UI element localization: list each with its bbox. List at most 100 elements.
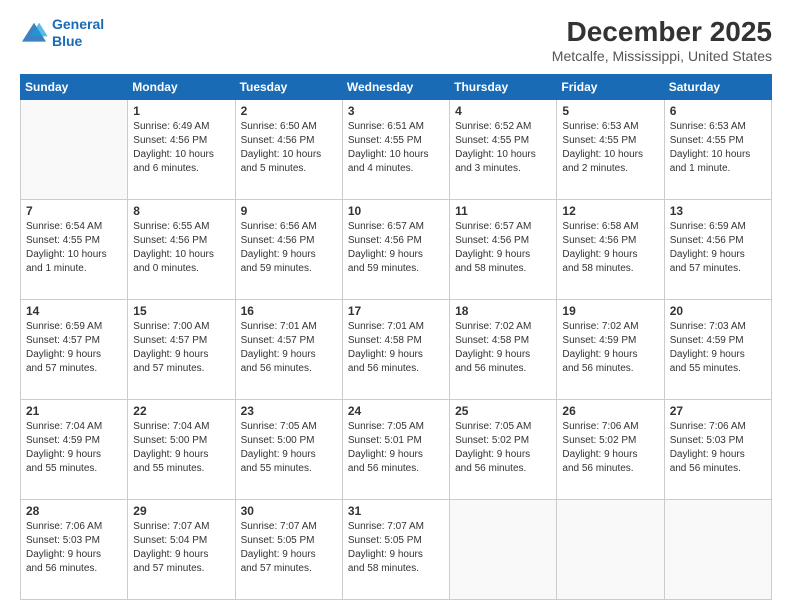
calendar-day-cell: 6Sunrise: 6:53 AM Sunset: 4:55 PM Daylig… (664, 100, 771, 200)
calendar-day-cell: 26 Sunrise: 7:06 AM Sunset: 5:02 PM Dayli… (557, 400, 664, 500)
day-number: 4 (455, 104, 551, 118)
day-number: 12 (562, 204, 658, 218)
day-info: Sunrise: 7:06 AM Sunset: 5:03 PM Dayligh… (26, 520, 122, 576)
day-info: Sunrise: 6:56 AM Sunset: 4:56 PM Dayligh… (241, 220, 337, 276)
calendar-day-cell: 7 Sunrise: 6:54 AM Sunset: 4:55 PM Daylig… (21, 200, 128, 300)
day-info: Sunrise: 6:58 AM Sunset: 4:56 PM Dayligh… (562, 220, 658, 276)
day-number: 24 (348, 404, 444, 418)
calendar-day-cell: 25 Sunrise: 7:05 AM Sunset: 5:02 PM Dayli… (450, 400, 557, 500)
day-info: Sunrise: 6:53 AM Sunset: 4:55 PM Dayligh… (670, 120, 766, 176)
day-info: Sunrise: 7:05 AM Sunset: 5:00 PM Dayligh… (241, 420, 337, 476)
day-number: 7 (26, 204, 122, 218)
day-number: 29 (133, 504, 229, 518)
calendar-day-cell: 1 Sunrise: 6:49 AM Sunset: 4:56 PM Daylig… (128, 100, 235, 200)
weekday-header-wednesday: Wednesday (342, 75, 449, 100)
calendar-week-row: 21 Sunrise: 7:04 AM Sunset: 4:59 PM Dayli… (21, 400, 772, 500)
day-info: Sunrise: 7:07 AM Sunset: 5:05 PM Dayligh… (348, 520, 444, 576)
calendar-day-cell (21, 100, 128, 200)
weekday-header-tuesday: Tuesday (235, 75, 342, 100)
calendar-day-cell: 9Sunrise: 6:56 AM Sunset: 4:56 PM Daylig… (235, 200, 342, 300)
calendar-day-cell: 29Sunrise: 7:07 AM Sunset: 5:04 PM Dayli… (128, 500, 235, 600)
day-info: Sunrise: 7:06 AM Sunset: 5:03 PM Dayligh… (670, 420, 766, 476)
calendar-day-cell: 15Sunrise: 7:00 AM Sunset: 4:57 PM Dayli… (128, 300, 235, 400)
day-info: Sunrise: 6:49 AM Sunset: 4:56 PM Dayligh… (133, 120, 229, 176)
calendar-week-row: 7 Sunrise: 6:54 AM Sunset: 4:55 PM Daylig… (21, 200, 772, 300)
day-info: Sunrise: 6:57 AM Sunset: 4:56 PM Dayligh… (455, 220, 551, 276)
day-number: 23 (241, 404, 337, 418)
day-number: 22 (133, 404, 229, 418)
day-number: 8 (133, 204, 229, 218)
calendar-day-cell (664, 500, 771, 600)
day-number: 1 (133, 104, 229, 118)
day-info: Sunrise: 6:55 AM Sunset: 4:56 PM Dayligh… (133, 220, 229, 276)
calendar-day-cell: 23 Sunrise: 7:05 AM Sunset: 5:00 PM Dayli… (235, 400, 342, 500)
day-number: 11 (455, 204, 551, 218)
page: General Blue December 2025 Metcalfe, Mis… (0, 0, 792, 612)
day-info: Sunrise: 6:59 AM Sunset: 4:56 PM Dayligh… (670, 220, 766, 276)
day-info: Sunrise: 7:05 AM Sunset: 5:02 PM Dayligh… (455, 420, 551, 476)
title-block: December 2025 Metcalfe, Mississippi, Uni… (552, 16, 772, 64)
day-info: Sunrise: 7:01 AM Sunset: 4:57 PM Dayligh… (241, 320, 337, 376)
day-number: 14 (26, 304, 122, 318)
calendar-day-cell: 11 Sunrise: 6:57 AM Sunset: 4:56 PM Dayli… (450, 200, 557, 300)
day-info: Sunrise: 7:04 AM Sunset: 5:00 PM Dayligh… (133, 420, 229, 476)
main-title: December 2025 (552, 16, 772, 48)
calendar-day-cell: 14 Sunrise: 6:59 AM Sunset: 4:57 PM Dayli… (21, 300, 128, 400)
calendar-day-cell: 19Sunrise: 7:02 AM Sunset: 4:59 PM Dayli… (557, 300, 664, 400)
calendar-day-cell: 30Sunrise: 7:07 AM Sunset: 5:05 PM Dayli… (235, 500, 342, 600)
day-info: Sunrise: 7:06 AM Sunset: 5:02 PM Dayligh… (562, 420, 658, 476)
day-number: 15 (133, 304, 229, 318)
weekday-header-friday: Friday (557, 75, 664, 100)
calendar-day-cell: 24 Sunrise: 7:05 AM Sunset: 5:01 PM Dayli… (342, 400, 449, 500)
day-number: 28 (26, 504, 122, 518)
day-number: 2 (241, 104, 337, 118)
day-info: Sunrise: 7:02 AM Sunset: 4:58 PM Dayligh… (455, 320, 551, 376)
calendar-day-cell: 18Sunrise: 7:02 AM Sunset: 4:58 PM Dayli… (450, 300, 557, 400)
day-info: Sunrise: 7:04 AM Sunset: 4:59 PM Dayligh… (26, 420, 122, 476)
weekday-header-saturday: Saturday (664, 75, 771, 100)
day-number: 27 (670, 404, 766, 418)
day-info: Sunrise: 6:50 AM Sunset: 4:56 PM Dayligh… (241, 120, 337, 176)
day-number: 21 (26, 404, 122, 418)
logo-line2: Blue (52, 33, 82, 49)
calendar-day-cell: 31Sunrise: 7:07 AM Sunset: 5:05 PM Dayli… (342, 500, 449, 600)
calendar-table: SundayMondayTuesdayWednesdayThursdayFrid… (20, 74, 772, 600)
calendar-day-cell: 28 Sunrise: 7:06 AM Sunset: 5:03 PM Dayli… (21, 500, 128, 600)
day-info: Sunrise: 7:03 AM Sunset: 4:59 PM Dayligh… (670, 320, 766, 376)
weekday-header-thursday: Thursday (450, 75, 557, 100)
weekday-header-row: SundayMondayTuesdayWednesdayThursdayFrid… (21, 75, 772, 100)
day-number: 13 (670, 204, 766, 218)
calendar-week-row: 1 Sunrise: 6:49 AM Sunset: 4:56 PM Daylig… (21, 100, 772, 200)
day-number: 26 (562, 404, 658, 418)
weekday-header-monday: Monday (128, 75, 235, 100)
day-number: 25 (455, 404, 551, 418)
day-info: Sunrise: 6:57 AM Sunset: 4:56 PM Dayligh… (348, 220, 444, 276)
calendar-day-cell: 13 Sunrise: 6:59 AM Sunset: 4:56 PM Dayli… (664, 200, 771, 300)
day-number: 5 (562, 104, 658, 118)
logo-line1: General (52, 16, 104, 32)
calendar-day-cell: 17Sunrise: 7:01 AM Sunset: 4:58 PM Dayli… (342, 300, 449, 400)
calendar-day-cell: 3Sunrise: 6:51 AM Sunset: 4:55 PM Daylig… (342, 100, 449, 200)
day-info: Sunrise: 7:07 AM Sunset: 5:05 PM Dayligh… (241, 520, 337, 576)
day-info: Sunrise: 7:01 AM Sunset: 4:58 PM Dayligh… (348, 320, 444, 376)
header: General Blue December 2025 Metcalfe, Mis… (20, 16, 772, 64)
logo: General Blue (20, 16, 104, 50)
day-info: Sunrise: 6:53 AM Sunset: 4:55 PM Dayligh… (562, 120, 658, 176)
calendar-day-cell: 21 Sunrise: 7:04 AM Sunset: 4:59 PM Dayli… (21, 400, 128, 500)
day-info: Sunrise: 6:52 AM Sunset: 4:55 PM Dayligh… (455, 120, 551, 176)
calendar-day-cell: 10Sunrise: 6:57 AM Sunset: 4:56 PM Dayli… (342, 200, 449, 300)
day-number: 3 (348, 104, 444, 118)
calendar-day-cell (450, 500, 557, 600)
calendar-day-cell (557, 500, 664, 600)
day-info: Sunrise: 6:54 AM Sunset: 4:55 PM Dayligh… (26, 220, 122, 276)
subtitle: Metcalfe, Mississippi, United States (552, 48, 772, 64)
day-info: Sunrise: 7:05 AM Sunset: 5:01 PM Dayligh… (348, 420, 444, 476)
calendar-week-row: 14 Sunrise: 6:59 AM Sunset: 4:57 PM Dayli… (21, 300, 772, 400)
calendar-week-row: 28 Sunrise: 7:06 AM Sunset: 5:03 PM Dayli… (21, 500, 772, 600)
calendar-day-cell: 2 Sunrise: 6:50 AM Sunset: 4:56 PM Daylig… (235, 100, 342, 200)
calendar-day-cell: 4 Sunrise: 6:52 AM Sunset: 4:55 PM Daylig… (450, 100, 557, 200)
day-info: Sunrise: 6:59 AM Sunset: 4:57 PM Dayligh… (26, 320, 122, 376)
calendar-day-cell: 27 Sunrise: 7:06 AM Sunset: 5:03 PM Dayli… (664, 400, 771, 500)
calendar-day-cell: 12 Sunrise: 6:58 AM Sunset: 4:56 PM Dayli… (557, 200, 664, 300)
calendar-day-cell: 22 Sunrise: 7:04 AM Sunset: 5:00 PM Dayli… (128, 400, 235, 500)
